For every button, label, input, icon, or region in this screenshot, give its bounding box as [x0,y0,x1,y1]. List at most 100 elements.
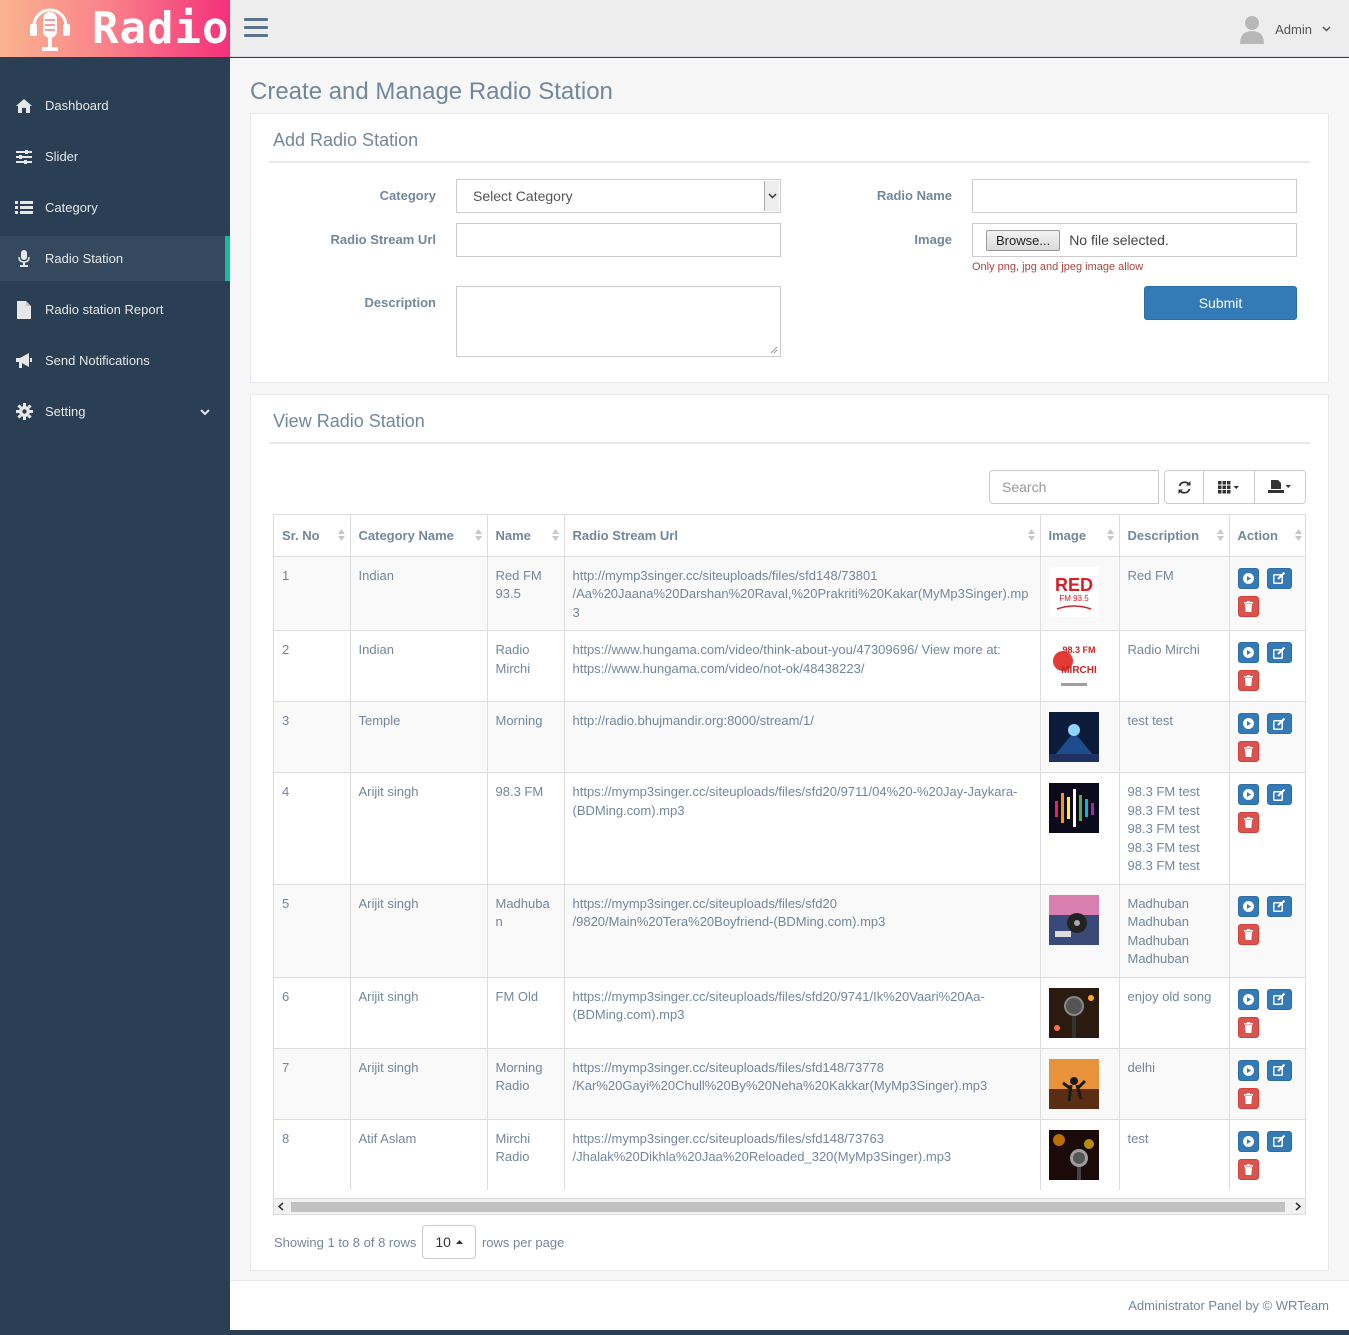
browse-button[interactable]: Browse... [986,229,1061,251]
cell-radio-stream-url: https://mymp3singer.cc/siteuploads/files… [564,883,1041,977]
sidebar-item-label: Radio Station [45,251,124,266]
edit-button[interactable] [1266,567,1292,589]
edit-button[interactable] [1266,713,1292,734]
microphone-icon [14,249,34,269]
category-select[interactable]: Select Category [456,179,781,213]
footer-credit: Administrator Panel by © WRTeam [1128,1298,1329,1313]
sidebar-item-slider[interactable]: Slider [0,134,230,179]
list-icon [14,198,34,218]
station-image [1048,783,1099,833]
play-button[interactable] [1237,642,1259,663]
column-header-name[interactable]: Name [487,515,565,557]
sidebar-item-radio-station-report[interactable]: Radio station Report [0,287,230,332]
play-button[interactable] [1237,713,1259,734]
trash-icon [1243,1092,1253,1104]
play-button[interactable] [1237,988,1259,1010]
column-header-image[interactable]: Image [1040,515,1120,557]
column-header-radio-stream-url[interactable]: Radio Stream Url [564,515,1041,557]
column-label: Radio Stream Url [572,527,678,543]
radio-name-input[interactable] [972,179,1297,213]
chevron-down-icon [1322,26,1331,32]
cell-image [1040,701,1120,773]
sort-icon [474,529,482,541]
edit-icon [1272,1135,1285,1147]
submit-button[interactable]: Submit [1144,286,1297,320]
cell-description: enjoy old song [1119,976,1230,1048]
play-icon [1242,789,1254,800]
cell-name: 98.3 FM [487,772,565,884]
scrollbar-thumb[interactable] [291,1202,1285,1212]
edit-button[interactable] [1266,895,1292,917]
page-size-dropdown[interactable]: 10 [422,1225,476,1259]
search-input[interactable]: Search [989,470,1159,504]
edit-button[interactable] [1266,784,1292,805]
export-button[interactable] [1254,470,1306,504]
svg-text:RED: RED [1054,575,1092,595]
table-row: 7 Arijit singh Morning Radio https://mymp3s… [274,1047,1305,1119]
radio-name-label: Radio Name [876,188,952,203]
column-header-description[interactable]: Description [1119,515,1230,557]
cell-action [1229,555,1305,631]
play-button[interactable] [1237,784,1259,805]
delete-button[interactable] [1237,812,1259,833]
edit-button[interactable] [1266,642,1292,663]
stream-url-input[interactable] [456,223,781,257]
description-textarea[interactable] [456,286,781,357]
play-button[interactable] [1237,1130,1259,1152]
pagination-info: Showing 1 to 8 of 8 rows 10 rows per pag… [274,1225,564,1259]
category-label: Category [379,188,436,203]
horizontal-scrollbar[interactable] [273,1198,1306,1215]
cell-action [1229,976,1305,1048]
columns-toggle-button[interactable] [1203,470,1255,504]
scroll-left-icon[interactable] [278,1202,284,1211]
edit-icon [1272,572,1285,584]
sidebar-item-send-notifications[interactable]: Send Notifications [0,338,230,383]
sidebar-item-category[interactable]: Category [0,185,230,230]
refresh-button[interactable] [1164,470,1204,504]
delete-button[interactable] [1237,1087,1259,1109]
cell-radio-stream-url: http://mymp3singer.cc/siteuploads/files/… [564,555,1041,631]
logo[interactable]: Radio [0,0,230,57]
sort-icon [1106,529,1114,541]
delete-button[interactable] [1237,670,1259,691]
svg-text:MIRCHI: MIRCHI [1061,665,1097,676]
trash-icon [1243,1021,1253,1033]
scroll-right-icon[interactable] [1295,1202,1301,1211]
play-button[interactable] [1237,1059,1259,1081]
panel-title: View Radio Station [273,411,425,431]
delete-button[interactable] [1237,923,1259,945]
sidebar-item-radio-station[interactable]: Radio Station [0,236,230,281]
delete-button[interactable] [1237,741,1259,762]
sort-icon [337,529,345,541]
play-icon [1242,572,1254,584]
sidebar-item-dashboard[interactable]: Dashboard [0,83,230,128]
edit-button[interactable] [1266,1130,1292,1152]
play-button[interactable] [1237,895,1259,917]
play-button[interactable] [1237,567,1259,589]
sidebar-item-label: Dashboard [45,98,109,113]
resize-handle-icon[interactable] [770,346,778,354]
cell-sr-no: 5 [274,883,351,977]
table-row: 8 Atif Aslam Mirchi Radio https://mymp3sing… [274,1118,1305,1190]
sort-icon [551,529,559,541]
delete-button[interactable] [1237,1016,1259,1038]
column-header-sr-no[interactable]: Sr. No [274,515,351,557]
footer: Administrator Panel by © WRTeam [230,1280,1349,1330]
cell-image: RED FM 93.5 [1040,555,1120,631]
column-header-action[interactable]: Action [1229,515,1305,557]
column-label: Name [495,527,531,543]
menu-toggle-icon[interactable] [244,18,268,38]
cell-name: Mirchi Radio [487,1118,565,1190]
image-file-input[interactable]: Browse... No file selected. [972,223,1297,257]
table-row: 5 Arijit singh Madhuban https://mymp3singer… [274,883,1305,977]
column-header-category-name[interactable]: Category Name [350,515,488,557]
user-menu[interactable]: Admin [1239,14,1331,44]
delete-button[interactable] [1237,1158,1259,1180]
page-size-value: 10 [435,1234,451,1250]
station-image [1048,712,1099,762]
cell-radio-stream-url: https://mymp3singer.cc/siteuploads/files… [564,772,1041,884]
edit-button[interactable] [1266,1059,1292,1081]
sidebar-item-setting[interactable]: Setting [0,389,230,434]
delete-button[interactable] [1237,595,1259,617]
edit-button[interactable] [1266,988,1292,1010]
